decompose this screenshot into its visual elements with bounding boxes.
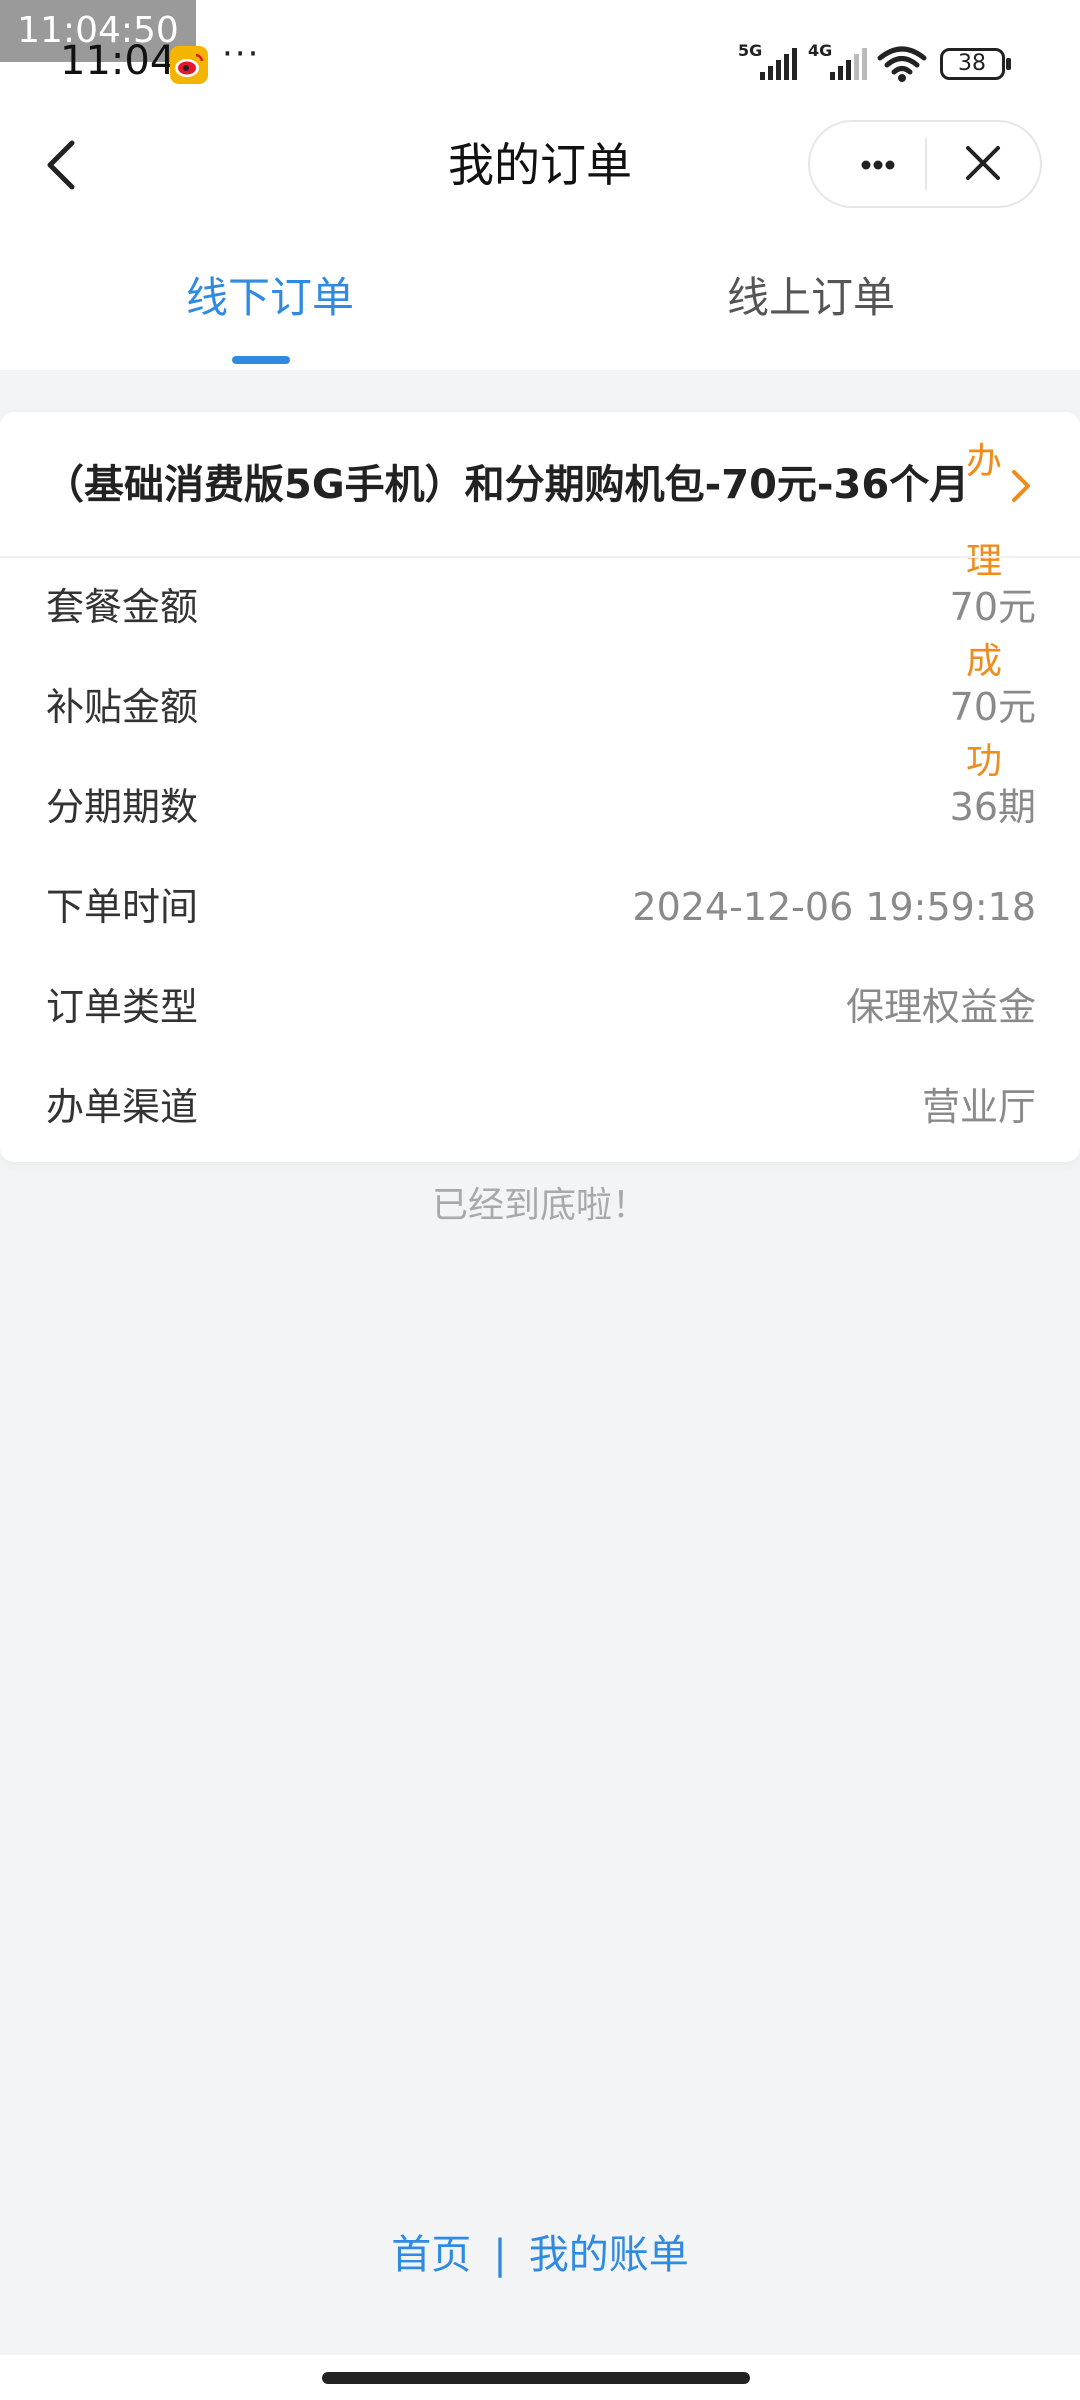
status-time: 11:04 — [60, 38, 176, 84]
row-value-subsidy-amount: 70元 — [949, 685, 1036, 729]
row-value-order-time: 2024-12-06 19:59:18 — [632, 885, 1036, 929]
row-label-installments: 分期期数 — [46, 785, 199, 829]
more-icon[interactable] — [848, 150, 908, 180]
row-value-installments: 36期 — [949, 785, 1036, 829]
my-bill-link[interactable]: 我的账单 — [529, 2225, 689, 2285]
footer-links: 首页 | 我的账单 — [0, 2225, 1080, 2285]
home-link[interactable]: 首页 — [391, 2225, 471, 2285]
row-label-order-type: 订单类型 — [46, 985, 199, 1029]
home-indicator[interactable] — [322, 2372, 750, 2384]
notification-more-icon: ··· — [222, 34, 261, 74]
signal-5g-icon: 5G — [738, 41, 797, 80]
close-icon[interactable] — [963, 143, 1003, 183]
order-title[interactable]: （基础消费版5G手机）和分期购机包-70元-36个月 — [44, 455, 969, 515]
row-label-channel: 办单渠道 — [46, 1085, 199, 1129]
end-of-list-text: 已经到底啦！ — [431, 1185, 648, 1226]
signal-4g-label: 4G — [808, 41, 832, 60]
card-divider — [0, 556, 1080, 558]
row-value-order-type: 保理权益金 — [845, 985, 1036, 1029]
weibo-icon — [170, 46, 208, 84]
chevron-right-icon[interactable] — [1006, 466, 1036, 506]
row-label-order-time: 下单时间 — [46, 885, 199, 929]
signal-4g-icon: 4G — [808, 41, 867, 80]
order-tabs — [0, 240, 1080, 370]
tab-offline-orders[interactable]: 线下订单 — [186, 268, 354, 328]
order-status-char: 办 — [965, 441, 1002, 482]
row-value-package-amount: 70元 — [949, 585, 1036, 629]
tab-online-orders[interactable]: 线上订单 — [727, 268, 895, 328]
active-tab-indicator — [232, 356, 290, 364]
battery-icon: 38 — [940, 48, 1012, 80]
row-label-subsidy-amount: 补贴金额 — [46, 685, 199, 729]
row-label-package-amount: 套餐金额 — [46, 585, 199, 629]
capsule-divider — [925, 138, 927, 190]
battery-level: 38 — [958, 51, 986, 76]
wifi-icon — [877, 46, 927, 82]
signal-5g-label: 5G — [738, 41, 762, 60]
row-value-channel: 营业厅 — [921, 1085, 1036, 1129]
footer-separator: | — [493, 2232, 507, 2278]
